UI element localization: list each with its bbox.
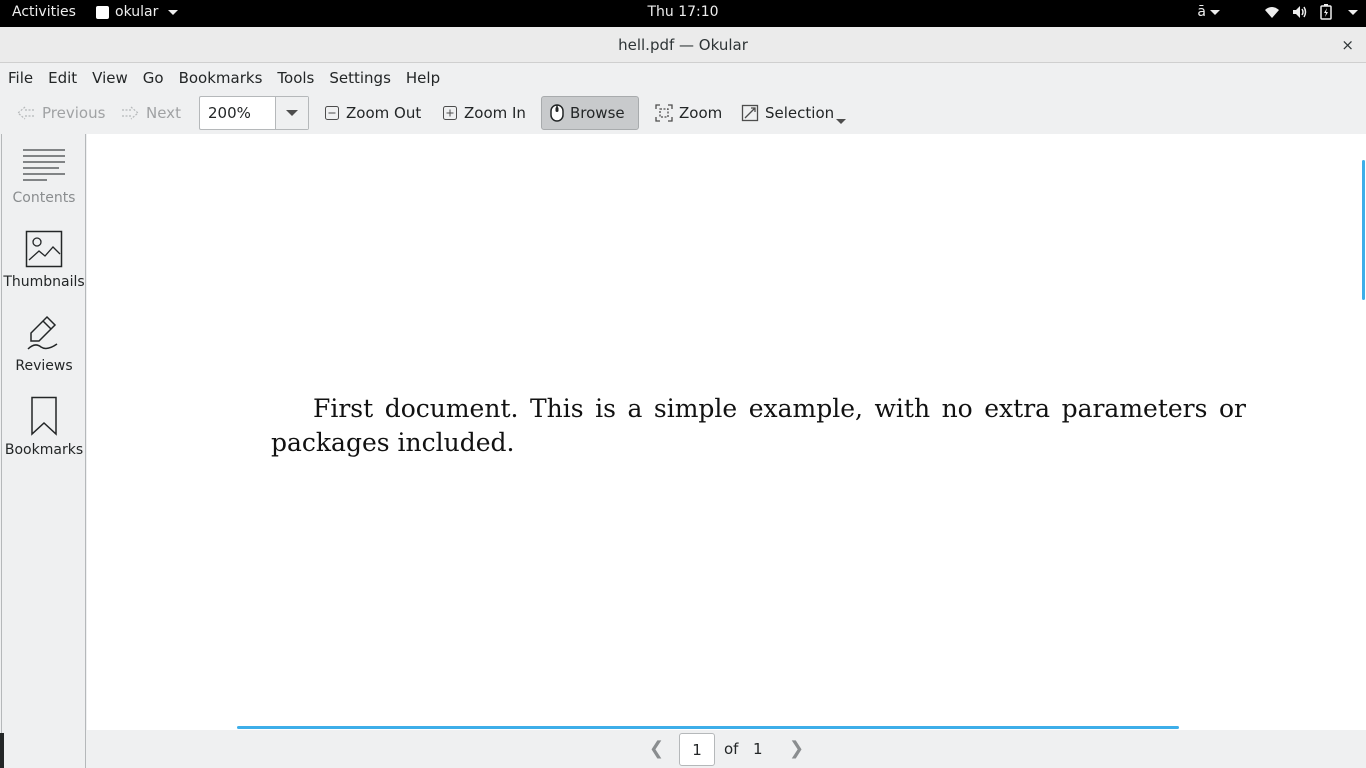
sidebar-item-label: Thumbnails [3,274,85,290]
document-paragraph: First document. This is a simple example… [271,394,1246,457]
contents-icon [23,149,65,181]
menu-settings[interactable]: Settings [329,69,391,87]
input-method-label: ā [1197,4,1206,20]
menu-tools[interactable]: Tools [277,69,314,87]
selection-dropdown-icon[interactable] [835,118,847,126]
current-page-input[interactable]: 1 [679,733,715,766]
zoom-in-button[interactable]: Zoom In [434,96,534,130]
menubar: File Edit View Go Bookmarks Tools Settin… [0,63,1366,92]
zoom-out-icon [325,106,339,120]
selection-tool-button[interactable]: Selection [733,96,842,130]
wifi-icon [1265,7,1279,18]
clock-container: Thu 17:10 [0,4,1366,20]
chevron-down-icon [1348,9,1358,15]
browse-label: Browse [570,104,625,122]
arrow-left-icon [17,106,34,120]
next-page-arrow-icon[interactable]: ❯ [789,738,804,759]
window-titlebar: hell.pdf — Okular × [0,27,1366,63]
chevron-down-icon [1210,9,1220,15]
sidebar: Contents Thumbnails Reviews Bookmarks [1,134,86,768]
page-navigation-bar: ❮ 1 of 1 ❯ [87,730,1366,768]
thumbnails-icon [25,230,63,268]
chevron-down-icon [286,110,298,116]
sidebar-item-label: Contents [12,190,76,206]
zoom-dropdown-button[interactable] [276,97,308,129]
close-window-button[interactable]: × [1341,36,1354,54]
total-pages: 1 [753,740,763,758]
sidebar-item-reviews[interactable]: Reviews [2,314,86,374]
app-menu-label: okular [115,4,159,20]
next-page-button[interactable]: Next [112,96,189,130]
activities-button[interactable]: Activities [12,4,76,20]
page-of-label: of [724,740,739,758]
zoom-out-button[interactable]: Zoom Out [316,96,429,130]
chevron-down-icon [168,9,179,15]
browse-tool-button[interactable]: Browse [541,96,639,130]
zoom-tool-button[interactable]: Zoom [647,96,730,130]
next-label: Next [146,104,181,122]
sidebar-item-thumbnails[interactable]: Thumbnails [2,230,86,290]
menu-view[interactable]: View [92,69,128,87]
menu-go[interactable]: Go [143,69,164,87]
battery-icon [1320,4,1332,20]
menu-file[interactable]: File [8,69,33,87]
arrow-right-icon [122,106,139,120]
app-menu[interactable]: okular [96,4,179,20]
sidebar-item-bookmarks[interactable]: Bookmarks [2,396,86,458]
selection-icon [741,104,759,122]
gnome-top-bar: Activities okular Thu 17:10 ā [0,0,1366,27]
zoom-out-label: Zoom Out [346,104,422,122]
previous-page-button[interactable]: Previous [8,96,113,130]
volume-icon [1293,6,1307,18]
vertical-scrollbar[interactable] [1362,160,1365,300]
previous-page-arrow-icon[interactable]: ❮ [649,738,664,759]
menu-help[interactable]: Help [406,69,440,87]
input-method-indicator[interactable]: ā [1197,4,1220,20]
previous-label: Previous [42,104,106,122]
sidebar-item-label: Bookmarks [4,442,84,458]
zoom-combobox[interactable]: 200% [199,96,309,130]
menu-bookmarks[interactable]: Bookmarks [179,69,263,87]
sidebar-item-label: Reviews [15,358,73,374]
bookmarks-icon [31,396,57,436]
clock[interactable]: Thu 17:10 [647,4,718,20]
zoom-in-icon [443,106,457,120]
selection-label: Selection [765,104,835,122]
document-view[interactable]: First document. This is a simple example… [87,134,1366,730]
okular-app-icon [96,5,109,19]
zoom-in-label: Zoom In [464,104,526,122]
zoom-tool-label: Zoom [679,104,723,122]
menu-edit[interactable]: Edit [48,69,77,87]
sidebar-item-contents[interactable]: Contents [2,148,86,206]
window-edge [0,733,4,768]
zoom-selection-icon [655,104,673,122]
window-title: hell.pdf — Okular [618,36,748,54]
mouse-icon [550,104,564,122]
zoom-value[interactable]: 200% [200,97,276,129]
horizontal-scrollbar[interactable] [237,726,1179,729]
reviews-icon [27,315,58,350]
system-tray[interactable]: ā [1197,4,1358,20]
